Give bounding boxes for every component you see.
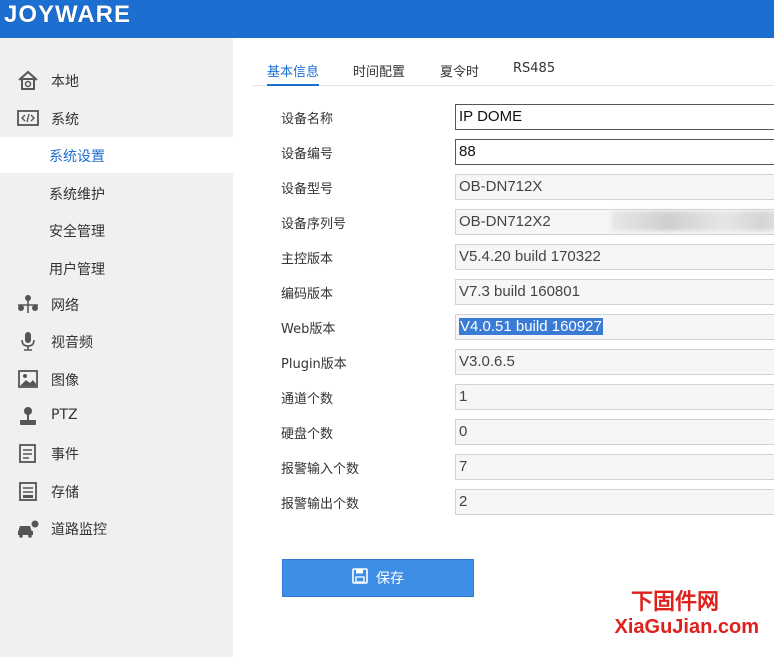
serial-number-value: OB-DN712X2	[459, 213, 551, 230]
web-version-value: V4.0.51 build 160927	[459, 318, 603, 335]
sidebar-item-label: 网络	[51, 298, 79, 314]
form-row-alarm-input-count: 报警输入个数 7	[281, 454, 774, 480]
main-panel: 基本信息 时间配置 夏令时 RS485 设备名称 IP DOME 设备编号 88…	[233, 38, 774, 657]
sidebar-item-storage[interactable]: 存储	[0, 473, 233, 509]
form-row-channel-count: 通道个数 1	[281, 384, 774, 410]
tab-time-config[interactable]: 时间配置	[353, 61, 405, 86]
sidebar-item-image[interactable]: 图像	[0, 361, 233, 397]
save-button-label: 保存	[376, 571, 404, 587]
house-icon	[17, 70, 39, 90]
sidebar-item-events[interactable]: 事件	[0, 435, 233, 471]
disk-count-label: 硬盘个数	[281, 427, 334, 442]
sidebar-item-label: 系统设置	[49, 149, 105, 165]
form-row-encoder-version: 编码版本 V7.3 build 160801	[281, 279, 774, 305]
web-version-field: V4.0.51 build 160927	[455, 314, 774, 340]
tab-bar: 基本信息 时间配置 夏令时 RS485	[253, 56, 774, 86]
sidebar-item-security[interactable]: 安全管理	[0, 212, 233, 248]
sidebar-item-label: 存储	[51, 485, 79, 501]
sidebar-item-label: 事件	[51, 447, 79, 463]
device-model-field: OB-DN712X	[455, 174, 774, 200]
watermark-line1: 下固件网	[630, 590, 719, 615]
tab-basic-info[interactable]: 基本信息	[267, 61, 320, 86]
sidebar-item-audio-video[interactable]: 视音频	[0, 323, 233, 359]
app-window: JOYWARE 本地 系统 系统设置 系统维护 安全管理 用户管理 网络 视音频…	[0, 0, 774, 657]
form-row-device-name: 设备名称 IP DOME	[281, 104, 774, 130]
encoder-version-label: 编码版本	[281, 287, 334, 302]
sidebar-item-system[interactable]: 系统	[0, 100, 233, 136]
alarm-input-count-label: 报警输入个数	[281, 462, 360, 477]
device-number-input[interactable]: 88	[455, 139, 774, 165]
sidebar-item-system-settings[interactable]: 系统设置	[0, 137, 233, 173]
tab-rs485[interactable]: RS485	[513, 61, 555, 86]
channel-count-label: 通道个数	[281, 392, 334, 407]
sidebar-item-road-monitoring[interactable]: 道路监控	[0, 510, 233, 546]
serial-blur-mask	[611, 211, 774, 231]
sidebar-item-user-management[interactable]: 用户管理	[0, 250, 233, 286]
event-list-icon	[17, 443, 39, 463]
sidebar: 本地 系统 系统设置 系统维护 安全管理 用户管理 网络 视音频 图像 PTZ …	[0, 38, 233, 657]
image-icon	[17, 369, 39, 389]
form-row-web-version: Web版本 V4.0.51 build 160927	[281, 314, 774, 340]
joyware-logo: JOYWARE	[4, 1, 132, 28]
plugin-version-label: Plugin版本	[281, 357, 347, 372]
network-icon	[17, 294, 39, 314]
disk-count-field: 0	[455, 419, 774, 445]
encoder-version-field: V7.3 build 160801	[455, 279, 774, 305]
sidebar-item-ptz[interactable]: PTZ	[0, 398, 233, 434]
sidebar-item-label: 系统维护	[49, 187, 105, 203]
watermark: 下固件网 XiaGuJian.com	[615, 584, 760, 639]
microphone-icon	[17, 331, 39, 351]
code-window-icon	[17, 108, 39, 128]
serial-number-label: 设备序列号	[281, 217, 347, 232]
web-version-label: Web版本	[281, 322, 336, 337]
form-row-alarm-output-count: 报警输出个数 2	[281, 489, 774, 515]
alarm-input-count-field: 7	[455, 454, 774, 480]
tab-dst[interactable]: 夏令时	[440, 61, 479, 86]
plugin-version-field: V3.0.6.5	[455, 349, 774, 375]
sidebar-item-label: 用户管理	[49, 262, 105, 278]
channel-count-field: 1	[455, 384, 774, 410]
sidebar-item-label: 道路监控	[51, 522, 107, 538]
sidebar-item-network[interactable]: 网络	[0, 286, 233, 322]
form-row-device-model: 设备型号 OB-DN712X	[281, 174, 774, 200]
form-row-disk-count: 硬盘个数 0	[281, 419, 774, 445]
car-camera-icon	[17, 518, 39, 538]
device-name-input[interactable]: IP DOME	[455, 104, 774, 130]
main-version-label: 主控版本	[281, 252, 334, 267]
alarm-output-count-label: 报警输出个数	[281, 497, 360, 512]
alarm-output-count-field: 2	[455, 489, 774, 515]
sidebar-item-local[interactable]: 本地	[0, 62, 233, 98]
form-row-device-number: 设备编号 88	[281, 139, 774, 165]
sidebar-item-label: PTZ	[51, 407, 78, 423]
storage-icon	[17, 481, 39, 501]
sidebar-item-label: 图像	[51, 373, 79, 389]
sidebar-item-label: 安全管理	[49, 224, 105, 240]
form-row-main-version: 主控版本 V5.4.20 build 170322	[281, 244, 774, 270]
form-row-plugin-version: Plugin版本 V3.0.6.5	[281, 349, 774, 375]
form-row-serial-number: 设备序列号 OB-DN712X2	[281, 209, 774, 235]
save-button[interactable]: 保存	[282, 559, 474, 597]
device-model-label: 设备型号	[281, 182, 334, 197]
sidebar-item-label: 系统	[51, 112, 79, 128]
joystick-icon	[17, 406, 39, 426]
top-bar: JOYWARE	[0, 0, 774, 38]
sidebar-item-label: 本地	[51, 74, 79, 90]
device-number-label: 设备编号	[281, 147, 334, 162]
device-name-label: 设备名称	[281, 112, 334, 127]
floppy-disk-icon	[352, 568, 368, 588]
sidebar-item-system-maintenance[interactable]: 系统维护	[0, 175, 233, 211]
sidebar-item-label: 视音频	[51, 335, 93, 351]
watermark-line2: XiaGuJian.com	[614, 616, 760, 638]
main-version-field: V5.4.20 build 170322	[455, 244, 774, 270]
